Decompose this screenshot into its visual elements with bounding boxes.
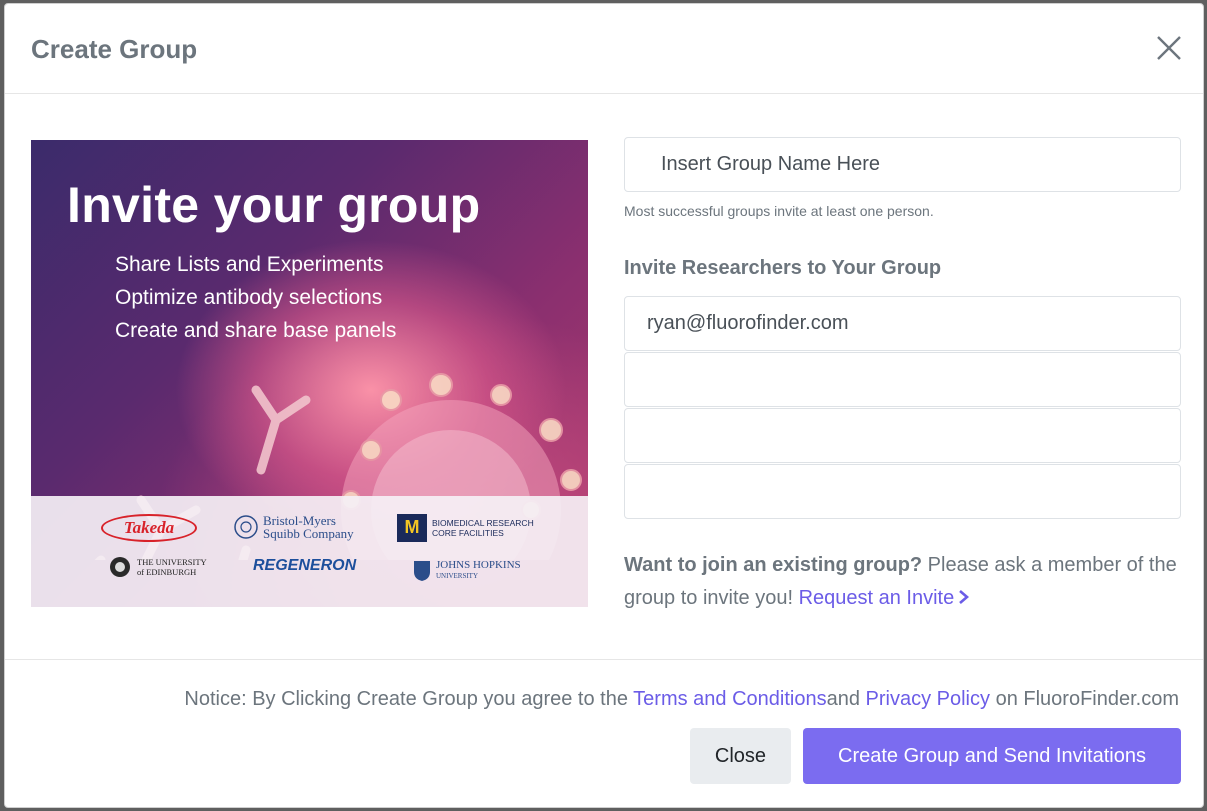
close-icon[interactable] bbox=[1155, 34, 1183, 62]
invite-email-input[interactable] bbox=[624, 352, 1181, 407]
johns-hopkins-logo: JOHNS HOPKINS UNIVERSITY bbox=[413, 560, 521, 582]
group-form: Most successful groups invite at least o… bbox=[624, 137, 1181, 615]
umich-logo: M BIOMEDICAL RESEARCH CORE FACILITIES bbox=[397, 514, 534, 542]
regeneron-logo: REGENERON bbox=[253, 557, 357, 574]
create-group-modal: Create Group Invite your group Share Lis… bbox=[4, 3, 1204, 808]
edinburgh-logo-line: of EDINBURGH bbox=[137, 567, 197, 577]
modal-header: Create Group bbox=[5, 4, 1203, 94]
jh-shield-icon bbox=[414, 561, 430, 581]
request-invite-label: Request an Invite bbox=[798, 587, 955, 609]
bms-logo-line: Squibb Company bbox=[263, 526, 354, 541]
close-icon-svg bbox=[1157, 36, 1181, 60]
group-name-hint: Most successful groups invite at least o… bbox=[624, 203, 934, 219]
promo-title: Invite your group bbox=[67, 177, 481, 233]
bms-mark-icon bbox=[234, 515, 258, 539]
takeda-logo: Takeda bbox=[101, 514, 197, 542]
terms-notice: Notice: By Clicking Create Group you agr… bbox=[184, 688, 1179, 711]
partner-logo-strip: Takeda Bristol-Myers Squibb Company M BIO… bbox=[31, 496, 588, 607]
notice-suffix: on FluoroFinder.com bbox=[990, 688, 1179, 710]
terms-link[interactable]: Terms and Conditions bbox=[633, 688, 826, 710]
create-group-button[interactable]: Create Group and Send Invitations bbox=[803, 728, 1181, 784]
promo-bullet: Share Lists and Experiments bbox=[115, 253, 384, 276]
modal-title: Create Group bbox=[31, 34, 198, 64]
invite-email-input[interactable] bbox=[624, 296, 1181, 351]
edinburgh-crest-icon bbox=[110, 557, 130, 577]
edinburgh-logo-line: THE UNIVERSITY bbox=[137, 557, 207, 567]
invite-email-input[interactable] bbox=[624, 464, 1181, 519]
promo-bullet-list: Share Lists and Experiments Optimize ant… bbox=[115, 248, 396, 347]
invite-email-input[interactable] bbox=[624, 408, 1181, 463]
bms-logo: Bristol-Myers Squibb Company bbox=[233, 514, 354, 540]
jh-logo-line: UNIVERSITY bbox=[436, 572, 478, 580]
request-invite-link[interactable]: Request an Invite bbox=[799, 587, 971, 609]
promo-banner: Invite your group Share Lists and Experi… bbox=[31, 140, 588, 607]
invite-section-title: Invite Researchers to Your Group bbox=[624, 257, 942, 279]
group-name-input[interactable] bbox=[624, 137, 1181, 192]
edinburgh-logo: THE UNIVERSITY of EDINBURGH bbox=[109, 556, 207, 578]
notice-prefix: Notice: By Clicking Create Group you agr… bbox=[184, 688, 634, 710]
umich-mark: M bbox=[397, 514, 427, 542]
modal-body: Invite your group Share Lists and Experi… bbox=[5, 94, 1203, 660]
promo-bullet: Optimize antibody selections bbox=[115, 286, 383, 309]
jh-logo-line: JOHNS HOPKINS bbox=[436, 559, 521, 571]
join-existing-text: Want to join an existing group? Please a… bbox=[624, 549, 1181, 615]
umich-logo-line: CORE FACILITIES bbox=[432, 528, 504, 538]
notice-and: and bbox=[826, 688, 866, 710]
chevron-right-icon bbox=[959, 590, 970, 604]
join-question: Want to join an existing group? bbox=[624, 554, 923, 576]
umich-logo-line: BIOMEDICAL RESEARCH bbox=[432, 518, 534, 528]
promo-bullet: Create and share base panels bbox=[115, 319, 397, 342]
privacy-link[interactable]: Privacy Policy bbox=[866, 688, 990, 710]
modal-footer: Notice: By Clicking Create Group you agr… bbox=[5, 660, 1203, 807]
close-button[interactable]: Close bbox=[690, 728, 791, 784]
